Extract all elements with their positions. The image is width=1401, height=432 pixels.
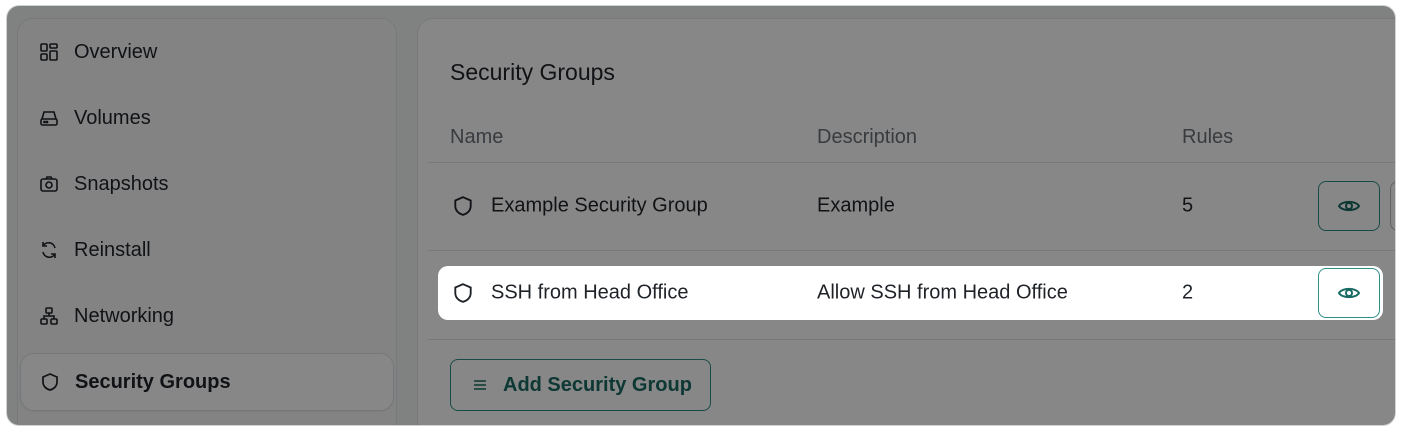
sidebar-item-reinstall[interactable]: Reinstall (18, 221, 396, 279)
sidebar-item-label: Networking (74, 304, 175, 327)
camera-icon (38, 173, 60, 195)
row-description: Allow SSH from Head Office (817, 281, 1068, 304)
divider (428, 339, 1395, 340)
view-button[interactable] (1318, 181, 1380, 231)
row-name: SSH from Head Office (491, 281, 689, 304)
view-button[interactable] (1318, 268, 1380, 318)
sidebar: Overview Volumes Snapshots Reinstall Net… (17, 18, 397, 425)
more-actions-button[interactable] (1390, 181, 1395, 231)
sidebar-item-label: Reinstall (74, 238, 151, 261)
column-header-description: Description (817, 126, 918, 148)
add-button-label: Add Security Group (503, 373, 692, 396)
grid-icon (38, 41, 60, 63)
list-icon (471, 376, 489, 394)
row-rules: 5 (1182, 194, 1194, 217)
sidebar-item-networking[interactable]: Networking (18, 287, 396, 345)
eye-icon (1337, 200, 1361, 212)
add-security-group-button[interactable]: Add Security Group (450, 359, 711, 411)
eye-icon (1337, 287, 1361, 299)
column-header-rules: Rules (1182, 126, 1234, 148)
highlighted-table-row[interactable]: SSH from Head Office Allow SSH from Head… (438, 266, 1383, 320)
table-row[interactable]: Example Security Group Example 5 (428, 162, 1395, 250)
sidebar-item-label: Security Groups (75, 370, 231, 393)
sidebar-item-volumes[interactable]: Volumes (18, 89, 396, 147)
refresh-icon (38, 239, 60, 261)
row-name: Example Security Group (491, 194, 708, 217)
row-description: Example (817, 194, 895, 217)
app-frame: Overview Volumes Snapshots Reinstall Net… (7, 6, 1395, 425)
sidebar-item-security-groups[interactable]: Security Groups (20, 353, 394, 411)
sidebar-item-label: Overview (74, 40, 158, 63)
sidebar-item-label: Volumes (74, 106, 151, 129)
network-icon (38, 305, 60, 327)
shield-icon (39, 371, 61, 393)
shield-icon (452, 195, 474, 217)
shield-icon (452, 282, 474, 304)
sidebar-item-label: Snapshots (74, 172, 169, 195)
column-header-name: Name (450, 126, 504, 148)
drive-icon (38, 107, 60, 129)
sidebar-item-snapshots[interactable]: Snapshots (18, 155, 396, 213)
row-rules: 2 (1182, 281, 1194, 304)
security-groups-panel: Security Groups Name Description Rules E… (417, 18, 1395, 425)
sidebar-item-overview[interactable]: Overview (18, 23, 396, 81)
page-title: Security Groups (450, 59, 615, 85)
